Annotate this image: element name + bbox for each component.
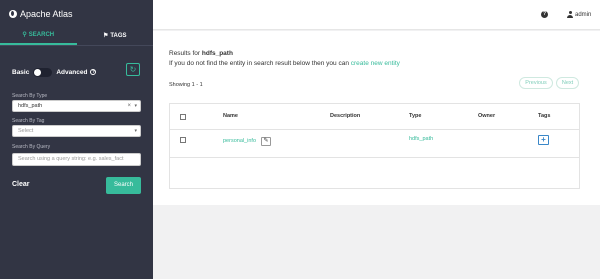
query-input[interactable]: Search using a query string: e.g. sales_… [12, 153, 141, 166]
row-checkbox[interactable] [180, 137, 186, 143]
pencil-icon[interactable]: ✎ [261, 137, 271, 146]
column-owner[interactable]: Owner [478, 113, 495, 119]
user-icon [567, 11, 573, 18]
results-prefix: Results for [169, 50, 202, 57]
tag-select[interactable]: Select ▾ [12, 125, 141, 137]
column-name[interactable]: Name [223, 113, 238, 119]
tag-select-placeholder: Select [18, 128, 34, 134]
brand[interactable]: Apache Atlas [9, 9, 73, 19]
not-found-text: If you do not find the entity in search … [169, 60, 351, 67]
results-heading: Results for hdfs_path [169, 50, 233, 57]
user-name: admin [575, 11, 592, 18]
previous-button[interactable]: Previous [519, 77, 553, 89]
mode-basic-label: Basic [12, 68, 30, 76]
tag-icon: ⚑ [102, 33, 109, 39]
column-description[interactable]: Description [330, 113, 360, 119]
sidebar-tabs: ⚲ SEARCH ⚑ TAGS [0, 28, 153, 45]
select-all-checkbox[interactable] [180, 114, 186, 120]
search-icon: ⚲ [22, 32, 27, 38]
entity-name-link[interactable]: personal_info [223, 138, 256, 144]
query-input-placeholder: Search using a query string: e.g. sales_… [18, 156, 124, 162]
not-found-message: If you do not find the entity in search … [169, 60, 400, 67]
refresh-icon: ↻ [129, 65, 137, 74]
table-header: Name Description Type Owner Tags [170, 104, 579, 130]
refresh-button[interactable]: ↻ [126, 63, 140, 76]
tab-divider [0, 45, 153, 46]
tag-label: Search By Tag [12, 118, 45, 124]
query-label: Search By Query [12, 144, 51, 150]
type-select-value: hdfs_path [18, 103, 43, 109]
add-tag-button[interactable]: + [538, 135, 549, 145]
search-mode-row: Basic Advanced ? [12, 66, 142, 78]
results-term: hdfs_path [201, 50, 233, 57]
toggle-knob [34, 68, 42, 76]
chevron-down-icon: ▾ [134, 128, 137, 134]
user-menu[interactable]: admin [567, 11, 591, 18]
help-icon[interactable]: ? [541, 11, 548, 18]
question-circle-icon[interactable]: ? [90, 69, 97, 75]
type-select[interactable]: hdfs_path × ▾ [12, 100, 141, 112]
create-entity-link[interactable]: create new entity [351, 60, 400, 67]
results-panel: Results for hdfs_path If you do not find… [153, 31, 600, 205]
mode-toggle[interactable] [33, 67, 53, 77]
showing-count: Showing 1 - 1 [169, 82, 203, 88]
atlas-logo-icon [9, 10, 17, 18]
column-tags[interactable]: Tags [538, 113, 550, 119]
mode-advanced-label: Advanced [56, 68, 88, 76]
table-row: personal_info ✎ hdfs_path + [170, 130, 579, 158]
sidebar: Apache Atlas ⚲ SEARCH ⚑ TAGS Basic Advan… [0, 0, 153, 279]
type-label: Search By Type [12, 93, 48, 99]
app-root: Apache Atlas ⚲ SEARCH ⚑ TAGS Basic Advan… [0, 0, 600, 279]
tab-tags[interactable]: ⚑ TAGS [77, 28, 154, 45]
chevron-down-icon: ▾ [134, 103, 137, 109]
app-title: Apache Atlas [20, 9, 73, 19]
tab-tags-label: TAGS [110, 33, 127, 39]
column-type[interactable]: Type [409, 113, 421, 119]
top-bar: ? admin [153, 0, 600, 30]
search-button[interactable]: Search [106, 177, 141, 194]
clear-button[interactable]: Clear [12, 181, 30, 188]
next-button[interactable]: Next [556, 77, 579, 89]
tab-search[interactable]: ⚲ SEARCH [0, 28, 77, 45]
entity-type-link[interactable]: hdfs_path [409, 136, 433, 142]
tab-search-label: SEARCH [28, 32, 55, 38]
clear-selection-icon[interactable]: × [127, 101, 131, 111]
results-table: Name Description Type Owner Tags persona… [169, 103, 580, 189]
